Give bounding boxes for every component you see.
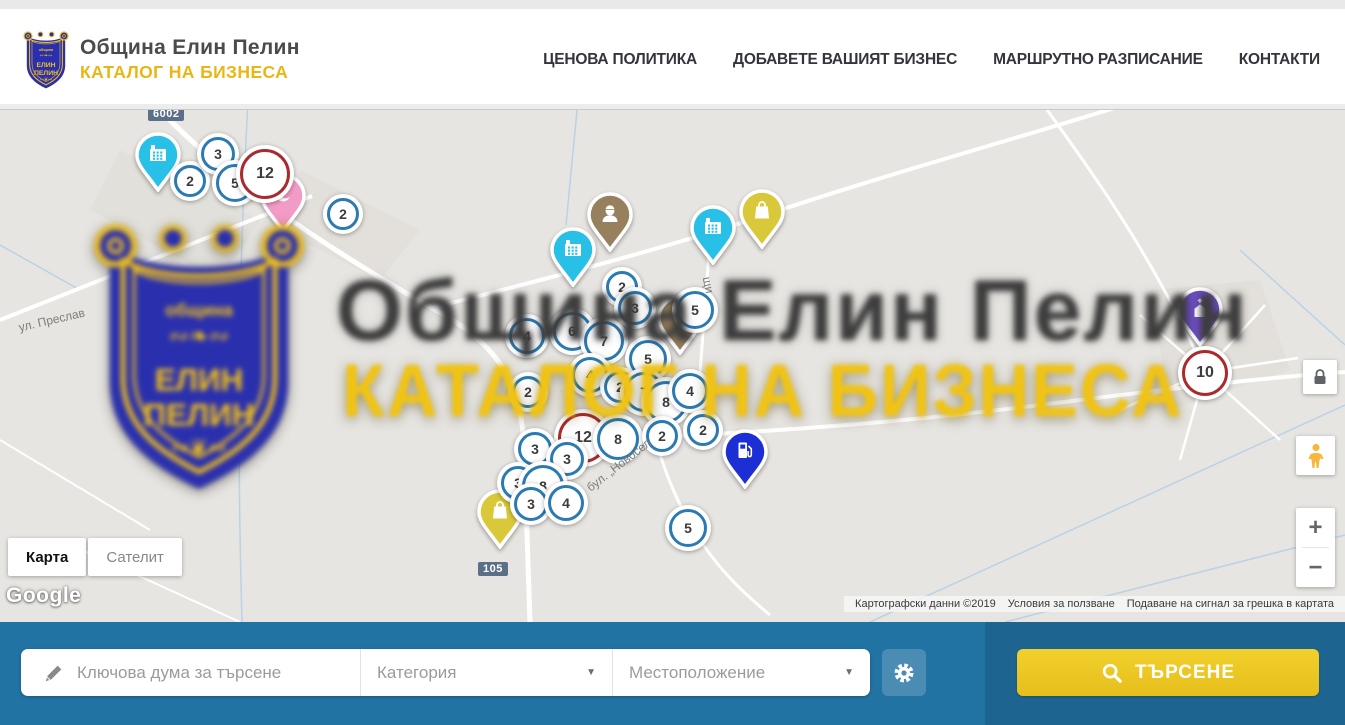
map-pin[interactable] xyxy=(690,205,736,270)
cluster-marker[interactable]: 4 xyxy=(505,314,549,358)
svg-text:община: община xyxy=(39,48,54,52)
nav-contacts[interactable]: КОНТАКТИ xyxy=(1239,51,1320,69)
map-pin[interactable] xyxy=(1177,287,1223,352)
pencil-icon xyxy=(43,662,65,684)
map-type-satellite-button[interactable]: Сателит xyxy=(88,538,182,576)
attribution-copyright: Картографски данни ©2019 xyxy=(849,598,1002,610)
main-nav: ЦЕНОВА ПОЛИТИКА ДОБАВЕТЕ ВАШИЯТ БИЗНЕС М… xyxy=(543,51,1320,69)
street-name-label: ул. Преслав xyxy=(17,306,86,335)
nav-pricing-policy[interactable]: ЦЕНОВА ПОЛИТИКА xyxy=(543,51,697,69)
gas-station-icon xyxy=(722,429,768,489)
keyword-field[interactable] xyxy=(21,649,361,696)
map-pin[interactable] xyxy=(739,189,785,254)
search-icon xyxy=(1101,662,1123,684)
search-button[interactable]: ТЪРСЕНЕ xyxy=(1017,649,1319,696)
chevron-down-icon: ▼ xyxy=(586,667,596,678)
markers-layer: 2351222463575242784128223338345106002105… xyxy=(0,110,1345,622)
zoom-in-button[interactable]: + xyxy=(1296,508,1335,547)
svg-text:∾❦∾: ∾❦∾ xyxy=(40,77,52,83)
site-header: община ∾❧∾ ЕЛИН ПЕЛИН ∾❦∾ Община Елин Пе… xyxy=(0,9,1345,110)
lock-button[interactable] xyxy=(1303,360,1337,394)
zoom-out-button[interactable]: − xyxy=(1296,548,1335,587)
search-input[interactable] xyxy=(77,663,317,683)
cluster-marker[interactable]: 2 xyxy=(508,372,548,412)
site-subtitle: КАТАЛОГ НА БИЗНЕСА xyxy=(80,62,300,84)
minus-icon: − xyxy=(1308,554,1322,582)
terms-of-use-link[interactable]: Условия за ползване xyxy=(1002,598,1121,610)
road-number-badge: 6002 xyxy=(148,110,184,121)
cluster-marker[interactable]: 2 xyxy=(323,194,363,234)
map-type-control: Карта Сателит xyxy=(8,538,182,576)
category-select-value: Категория xyxy=(377,663,456,683)
map-type-map-button[interactable]: Карта xyxy=(8,538,86,576)
nav-add-business[interactable]: ДОБАВЕТЕ ВАШИЯТ БИЗНЕС xyxy=(733,51,957,69)
advanced-settings-button[interactable] xyxy=(882,649,926,696)
svg-text:∾❧∾: ∾❧∾ xyxy=(39,53,52,59)
factory-icon xyxy=(550,227,596,287)
search-panel: Категория ▼ Местоположение ▼ ТЪРСЕНЕ xyxy=(0,622,1345,725)
church-icon xyxy=(1177,287,1223,347)
location-select[interactable]: Местоположение ▼ xyxy=(613,649,870,696)
location-select-value: Местоположение xyxy=(629,663,765,683)
cluster-marker[interactable]: 5 xyxy=(672,287,718,333)
map-attribution: Картографски данни ©2019 Условия за полз… xyxy=(844,596,1345,612)
top-strip xyxy=(0,0,1345,9)
street-name-label: щи xyxy=(700,275,717,294)
nav-route-schedule[interactable]: МАРШРУТНО РАЗПИСАНИЕ xyxy=(993,51,1203,69)
factory-icon xyxy=(690,205,736,265)
road-number-badge: 105 xyxy=(478,562,508,576)
pegman-button[interactable] xyxy=(1296,436,1335,475)
category-select[interactable]: Категория ▼ xyxy=(361,649,613,696)
svg-text:ПЕЛИН: ПЕЛИН xyxy=(34,69,58,76)
report-map-error-link[interactable]: Подаване на сигнал за грешка в картата xyxy=(1121,598,1340,610)
zoom-control: + − xyxy=(1296,508,1335,587)
search-button-label: ТЪРСЕНЕ xyxy=(1135,662,1235,684)
pegman-icon xyxy=(1305,443,1327,469)
cluster-marker[interactable]: 5 xyxy=(665,505,711,551)
plus-icon: + xyxy=(1308,514,1322,542)
map-pin[interactable] xyxy=(722,429,768,494)
search-form: Категория ▼ Местоположение ▼ xyxy=(21,649,870,696)
cluster-marker[interactable]: 2 xyxy=(683,410,723,450)
site-logo[interactable]: община ∾❧∾ ЕЛИН ПЕЛИН ∾❦∾ Община Елин Пе… xyxy=(22,29,300,91)
chevron-down-icon: ▼ xyxy=(844,667,854,678)
google-logo[interactable]: Google xyxy=(6,584,81,608)
map-canvas[interactable]: 2351222463575242784128223338345106002105… xyxy=(0,110,1345,622)
cluster-marker[interactable]: 4 xyxy=(544,481,588,525)
svg-text:ЕЛИН: ЕЛИН xyxy=(36,62,55,69)
cluster-marker[interactable]: 4 xyxy=(668,369,712,413)
cluster-marker[interactable]: 10 xyxy=(1178,346,1232,400)
municipality-crest-logo: община ∾❧∾ ЕЛИН ПЕЛИН ∾❦∾ xyxy=(22,29,70,91)
shopping-bag-icon xyxy=(739,189,785,249)
lock-icon xyxy=(1313,369,1327,385)
map-pin[interactable] xyxy=(550,227,596,292)
site-title: Община Елин Пелин xyxy=(80,35,300,61)
gear-icon xyxy=(892,661,916,685)
cluster-marker[interactable]: 12 xyxy=(236,145,294,203)
